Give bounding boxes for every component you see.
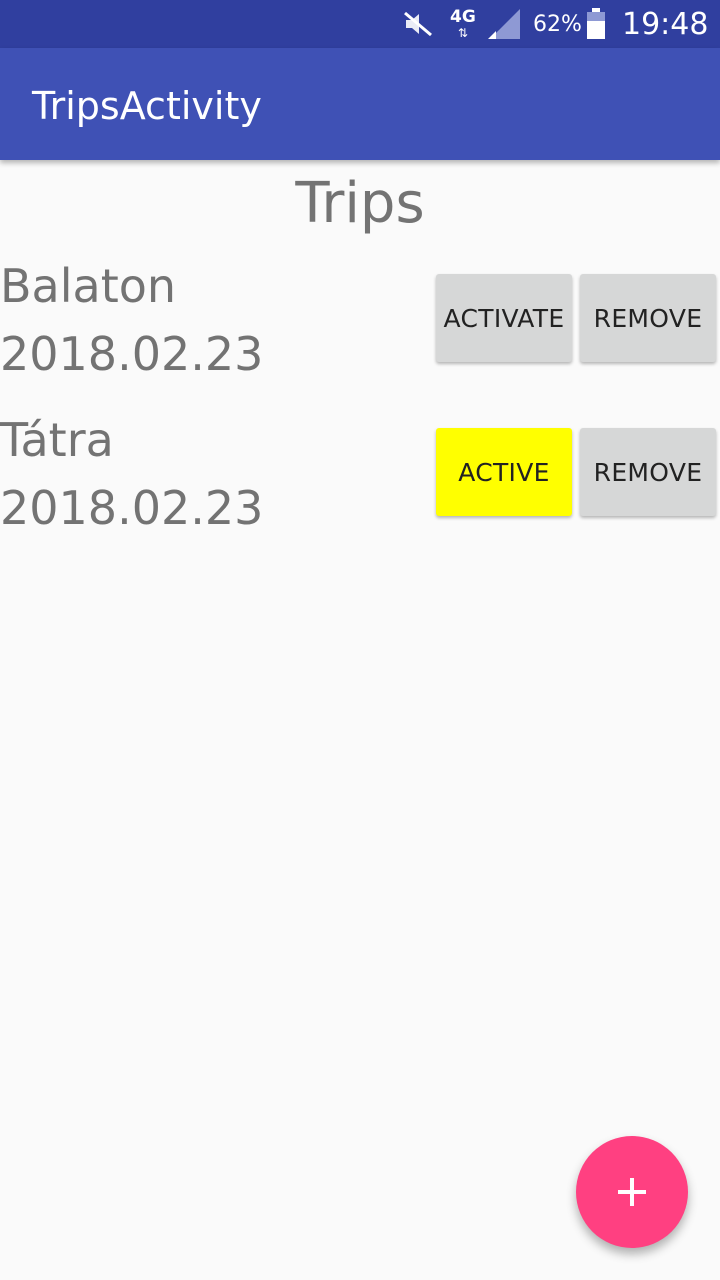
trip-row: Balaton 2018.02.23 ACTIVATE REMOVE [0, 252, 720, 392]
trip-row: Tátra 2018.02.23 ACTIVE REMOVE [0, 406, 720, 546]
status-bar: 4G ⇅ 62% 19:48 [0, 0, 720, 48]
trip-name: Balaton [0, 259, 177, 313]
remove-button[interactable]: REMOVE [580, 428, 716, 516]
network-indicator: 4G ⇅ [450, 0, 476, 48]
add-trip-button[interactable] [576, 1136, 688, 1248]
active-button[interactable]: ACTIVE [436, 428, 572, 516]
trip-name: Tátra [0, 413, 114, 467]
battery-percent: 62% [533, 11, 582, 37]
signal-icon [486, 0, 522, 48]
app-bar: TripsActivity [0, 48, 720, 160]
trip-date: 2018.02.23 [0, 481, 264, 535]
trip-date: 2018.02.23 [0, 327, 264, 381]
network-type-label: 4G [450, 7, 476, 27]
network-arrows-icon: ⇅ [457, 26, 468, 40]
remove-button[interactable]: REMOVE [580, 274, 716, 362]
clock: 19:48 [622, 6, 709, 42]
activate-button[interactable]: ACTIVATE [436, 274, 572, 362]
page-title: Trips [295, 171, 425, 236]
battery-icon [586, 0, 606, 48]
plus-icon [618, 1178, 646, 1206]
mute-icon [402, 0, 434, 48]
app-title: TripsActivity [32, 84, 262, 128]
